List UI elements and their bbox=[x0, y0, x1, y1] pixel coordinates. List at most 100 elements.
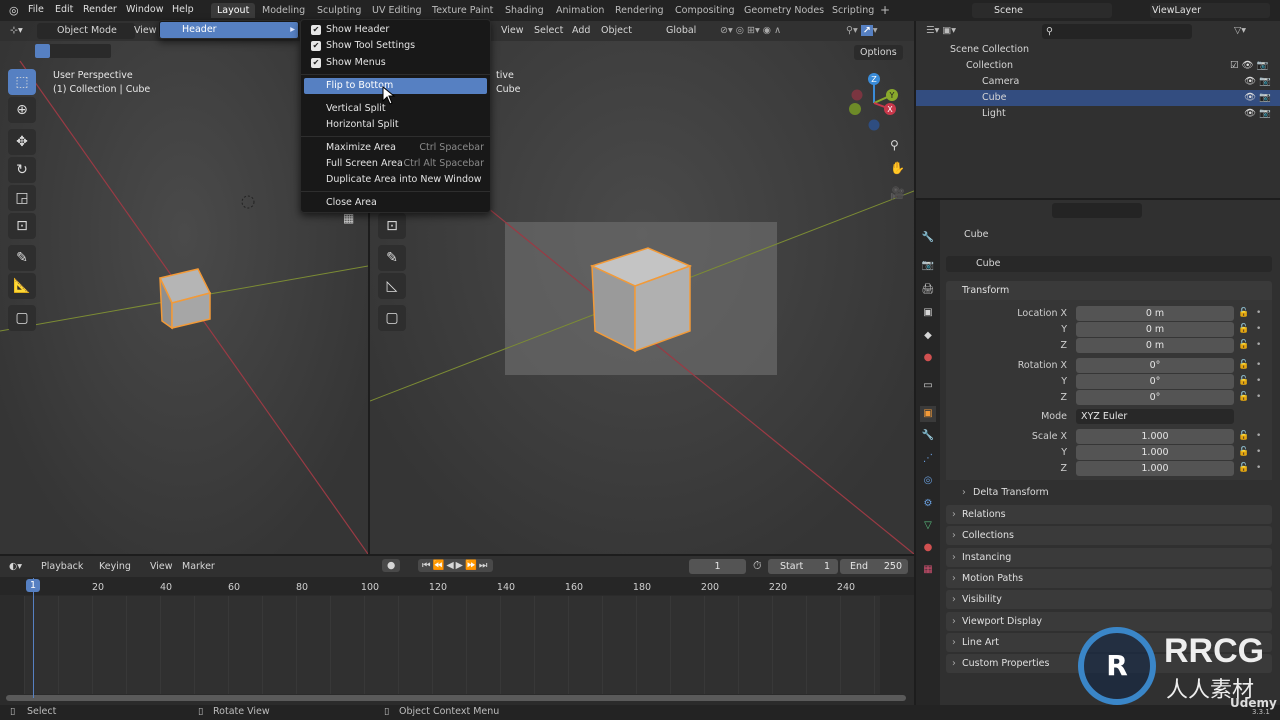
menu-item-header[interactable]: Header ▸ bbox=[160, 22, 298, 38]
scale-z-field[interactable]: 1.000 bbox=[1076, 461, 1234, 476]
tab-sculpting[interactable]: Sculpting bbox=[311, 3, 367, 18]
location-x-field[interactable]: 0 m bbox=[1076, 306, 1234, 321]
lock-icon[interactable]: 🔓 bbox=[1238, 447, 1249, 457]
keyframe-dot-icon[interactable]: • bbox=[1256, 324, 1261, 334]
tab-shading[interactable]: Shading bbox=[499, 3, 550, 18]
particles-tab-icon[interactable]: ⋰ bbox=[920, 451, 936, 467]
tab-compositing[interactable]: Compositing bbox=[669, 3, 741, 18]
editor-type-icon[interactable]: ◐▾ bbox=[9, 561, 22, 572]
lock-icon[interactable]: 🔓 bbox=[1238, 340, 1249, 350]
render-tab-icon[interactable]: 📷 bbox=[920, 258, 936, 274]
cursor-tool[interactable]: ⊕ bbox=[8, 97, 36, 123]
location-z-field[interactable]: 0 m bbox=[1076, 338, 1234, 353]
scene-tab-icon[interactable]: ◆ bbox=[920, 328, 936, 344]
menu-item-show-menus[interactable]: ✔ Show Menus bbox=[304, 55, 487, 71]
options-button[interactable]: Options bbox=[854, 45, 903, 60]
delta-transform-subpanel[interactable]: › Delta Transform bbox=[962, 487, 1049, 498]
keyframe-dot-icon[interactable]: • bbox=[1256, 376, 1261, 386]
section-visibility[interactable]: Visibility bbox=[946, 590, 1272, 609]
material-tab-icon[interactable]: ● bbox=[920, 540, 936, 556]
lock-icon[interactable]: 🔓 bbox=[1238, 360, 1249, 370]
menu-edit[interactable]: Edit bbox=[55, 4, 73, 15]
add-cube-tool[interactable]: ▢ bbox=[8, 305, 36, 331]
scale-tool[interactable]: ◲ bbox=[8, 185, 36, 211]
lock-icon[interactable]: 🔓 bbox=[1238, 308, 1249, 318]
rotation-z-field[interactable]: 0° bbox=[1076, 390, 1234, 405]
playback-controls[interactable]: ⏮⏪◀▶⏩⏭ bbox=[418, 559, 494, 572]
outliner-item-cube[interactable]: Cube 👁 📷 bbox=[916, 90, 1280, 106]
playhead-line[interactable] bbox=[33, 578, 34, 698]
lock-icon[interactable]: 🔓 bbox=[1238, 463, 1249, 473]
tab-scripting[interactable]: Scripting bbox=[826, 3, 880, 18]
transform-panel-header[interactable]: Transform bbox=[946, 281, 1272, 300]
tool-tab-icon[interactable]: 🔧 bbox=[920, 230, 936, 246]
snap-pivot-icons[interactable]: ⊘▾ ◎ ⊞▾ ◉ ∧ bbox=[720, 25, 781, 36]
playhead-frame[interactable]: 1 bbox=[26, 579, 41, 592]
lock-icon[interactable]: 🔓 bbox=[1238, 431, 1249, 441]
properties-search-input[interactable] bbox=[1052, 203, 1142, 218]
selection-mode-buttons[interactable] bbox=[35, 44, 111, 58]
record-button[interactable]: ● bbox=[382, 559, 401, 572]
menu-view[interactable]: View bbox=[134, 25, 157, 36]
view-menu[interactable]: View bbox=[150, 561, 173, 572]
scale-x-field[interactable]: 1.000 bbox=[1076, 429, 1234, 444]
tab-uv-editing[interactable]: UV Editing bbox=[366, 3, 428, 18]
keyframe-dot-icon[interactable]: • bbox=[1256, 463, 1261, 473]
rotation-x-field[interactable]: 0° bbox=[1076, 358, 1234, 373]
menu-object[interactable]: Object bbox=[601, 25, 632, 36]
menu-select[interactable]: Select bbox=[534, 25, 563, 36]
data-tab-icon[interactable]: ▽ bbox=[920, 518, 936, 534]
filter-icon[interactable]: ▽▾ bbox=[1234, 25, 1246, 36]
menu-file[interactable]: File bbox=[28, 4, 44, 15]
outliner-item-light[interactable]: Light 👁 📷 bbox=[916, 106, 1280, 122]
rotation-mode-select[interactable]: XYZ Euler bbox=[1076, 409, 1234, 424]
menu-item-show-tool-settings[interactable]: ✔ Show Tool Settings bbox=[304, 38, 487, 54]
scene-selector[interactable]: Scene bbox=[972, 3, 1112, 18]
texture-tab-icon[interactable]: ▦ bbox=[920, 562, 936, 578]
display-mode-icon[interactable]: ☰▾ ▣▾ bbox=[926, 25, 956, 36]
lock-icon[interactable]: 🔓 bbox=[1238, 324, 1249, 334]
marker-menu[interactable]: Marker bbox=[182, 561, 215, 572]
transform-tool[interactable]: ⊡ bbox=[8, 213, 36, 239]
editor-type-icon[interactable]: ⊹▾ bbox=[10, 25, 23, 36]
tab-modeling[interactable]: Modeling bbox=[256, 3, 311, 18]
current-frame-field[interactable]: 1 bbox=[689, 559, 746, 574]
menu-render[interactable]: Render bbox=[83, 4, 117, 15]
add-workspace-button[interactable]: + bbox=[874, 1, 896, 19]
world-tab-icon[interactable]: ● bbox=[920, 350, 936, 366]
mode-selector[interactable]: Object Mode bbox=[37, 23, 135, 39]
add-cube-tool[interactable]: ▢ bbox=[378, 305, 406, 331]
select-box-tool[interactable]: ⬚ bbox=[8, 69, 36, 95]
section-motion-paths[interactable]: Motion Paths bbox=[946, 569, 1272, 588]
menu-add[interactable]: Add bbox=[572, 25, 590, 36]
measure-tool[interactable]: 📐 bbox=[8, 273, 36, 299]
menu-item-horizontal-split[interactable]: Horizontal Split bbox=[304, 117, 487, 133]
outliner-item-camera[interactable]: Camera 👁 📷 bbox=[916, 74, 1280, 90]
rotation-y-field[interactable]: 0° bbox=[1076, 374, 1234, 389]
object-name-field[interactable]: Cube bbox=[946, 256, 1272, 272]
menu-item-close-area[interactable]: Close Area bbox=[304, 195, 487, 211]
keying-menu[interactable]: Keying bbox=[99, 561, 131, 572]
tab-animation[interactable]: Animation bbox=[550, 3, 610, 18]
section-instancing[interactable]: Instancing bbox=[946, 548, 1272, 567]
blender-logo-icon[interactable]: ◎ bbox=[9, 4, 19, 17]
object-tab-icon[interactable]: ▣ bbox=[920, 406, 936, 422]
output-tab-icon[interactable]: 🖨 bbox=[920, 282, 936, 298]
keyframe-dot-icon[interactable]: • bbox=[1256, 392, 1261, 402]
keyframe-dot-icon[interactable]: • bbox=[1256, 360, 1261, 370]
menu-window[interactable]: Window bbox=[126, 4, 163, 15]
end-frame-field[interactable]: End 250 bbox=[840, 559, 908, 574]
rotate-tool[interactable]: ↻ bbox=[8, 157, 36, 183]
menu-item-duplicate-area[interactable]: Duplicate Area into New Window bbox=[304, 172, 487, 188]
orientation-selector[interactable]: Global bbox=[652, 25, 696, 36]
keyframe-dot-icon[interactable]: • bbox=[1256, 340, 1261, 350]
navigation-gizmo[interactable]: Z Y X bbox=[846, 69, 906, 131]
tab-texture-paint[interactable]: Texture Paint bbox=[426, 3, 499, 18]
keyframe-dot-icon[interactable]: • bbox=[1256, 308, 1261, 318]
zoom-icon[interactable]: ⚲ bbox=[890, 138, 899, 152]
tab-geometry-nodes[interactable]: Geometry Nodes bbox=[738, 3, 830, 18]
keyframe-dot-icon[interactable]: • bbox=[1256, 431, 1261, 441]
outliner-collection[interactable]: Collection ☑ 👁 📷 bbox=[916, 58, 1280, 74]
lock-icon[interactable]: 🔓 bbox=[1238, 376, 1249, 386]
outliner-search-input[interactable]: ⚲ bbox=[1042, 24, 1192, 39]
